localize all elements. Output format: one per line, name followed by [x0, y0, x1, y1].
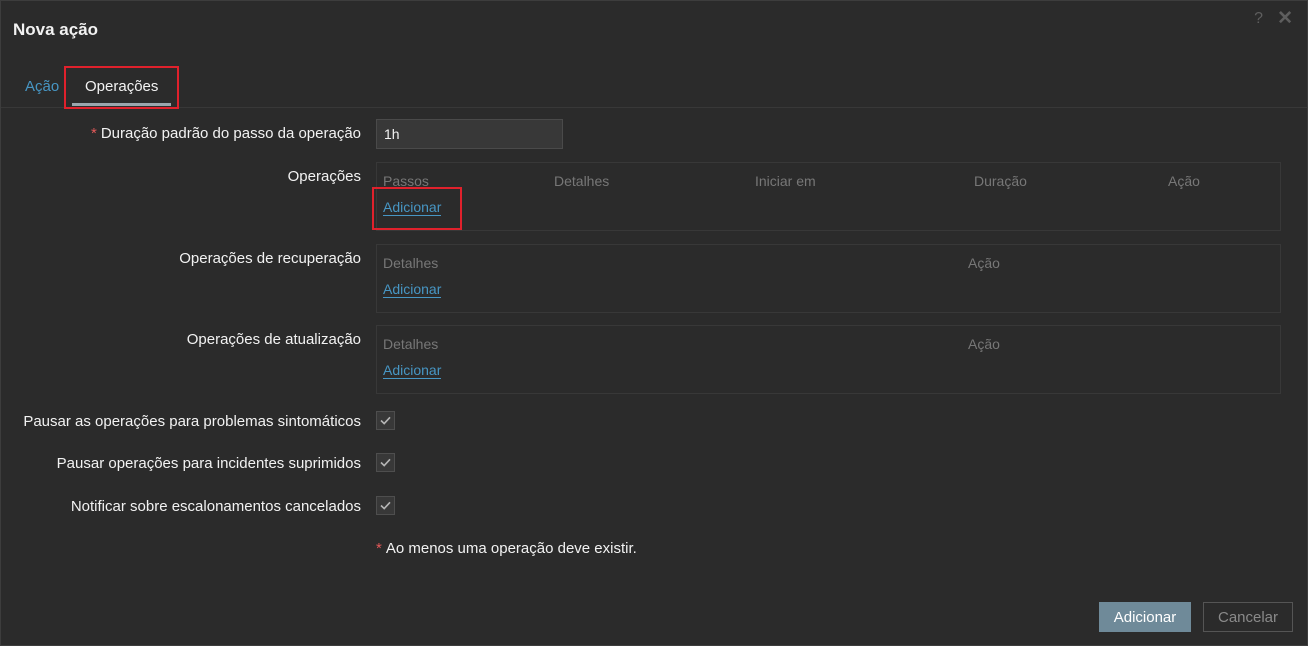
check-icon	[380, 458, 391, 467]
update-operations-table: Detalhes Ação Adicionar	[376, 325, 1281, 394]
check-icon	[380, 416, 391, 425]
cancel-button[interactable]: Cancelar	[1203, 602, 1293, 632]
notify-canceled-label: Notificar sobre escalonamentos cancelado…	[70, 498, 361, 515]
column-header: Iniciar em	[755, 173, 816, 189]
required-asterisk: *	[376, 540, 382, 557]
column-header: Duração	[974, 173, 1027, 189]
required-note: * Ao menos uma operação deve existir.	[376, 540, 637, 557]
tab-acao[interactable]: Ação	[25, 78, 59, 95]
required-asterisk: *	[90, 125, 97, 142]
pause-suppressed-label: Pausar operações para incidentes suprimi…	[56, 455, 361, 472]
column-header: Ação	[968, 336, 1000, 352]
pause-symptoms-label: Pausar as operações para problemas sinto…	[23, 413, 361, 430]
header-icons: ? ✕	[1254, 9, 1293, 28]
add-update-operation-link[interactable]: Adicionar	[383, 363, 442, 379]
update-operations-label: Operações de atualização	[186, 331, 361, 348]
column-header: Detalhes	[383, 255, 439, 271]
pause-symptoms-checkbox[interactable]	[376, 411, 395, 430]
recovery-operations-label: Operações de recuperação	[179, 250, 361, 267]
step-duration-input[interactable]	[376, 119, 563, 149]
help-icon[interactable]: ?	[1254, 11, 1263, 27]
dialog: Nova ação ? ✕ Ação Operações * Duração pa…	[0, 0, 1308, 646]
highlight-box-add	[372, 187, 462, 230]
close-icon[interactable]: ✕	[1277, 9, 1293, 28]
highlight-box-tab	[64, 66, 179, 109]
recovery-operations-table: Detalhes Ação Adicionar	[376, 244, 1281, 313]
check-icon	[380, 501, 391, 510]
operations-table: Passos Detalhes Iniciar em Duração Ação …	[376, 162, 1281, 231]
step-duration-label: * Duração padrão do passo da operação	[90, 125, 361, 142]
add-button[interactable]: Adicionar	[1099, 602, 1191, 632]
add-recovery-operation-link[interactable]: Adicionar	[383, 282, 442, 298]
pause-suppressed-checkbox[interactable]	[376, 453, 395, 472]
dialog-title: Nova ação	[13, 20, 99, 39]
column-header: Detalhes	[554, 173, 610, 189]
column-header: Detalhes	[383, 336, 439, 352]
notify-canceled-checkbox[interactable]	[376, 496, 395, 515]
column-header: Ação	[968, 255, 1000, 271]
tab-bar: Ação Operações	[1, 67, 1307, 108]
operations-label: Operações	[287, 168, 361, 185]
column-header: Ação	[1168, 173, 1200, 189]
